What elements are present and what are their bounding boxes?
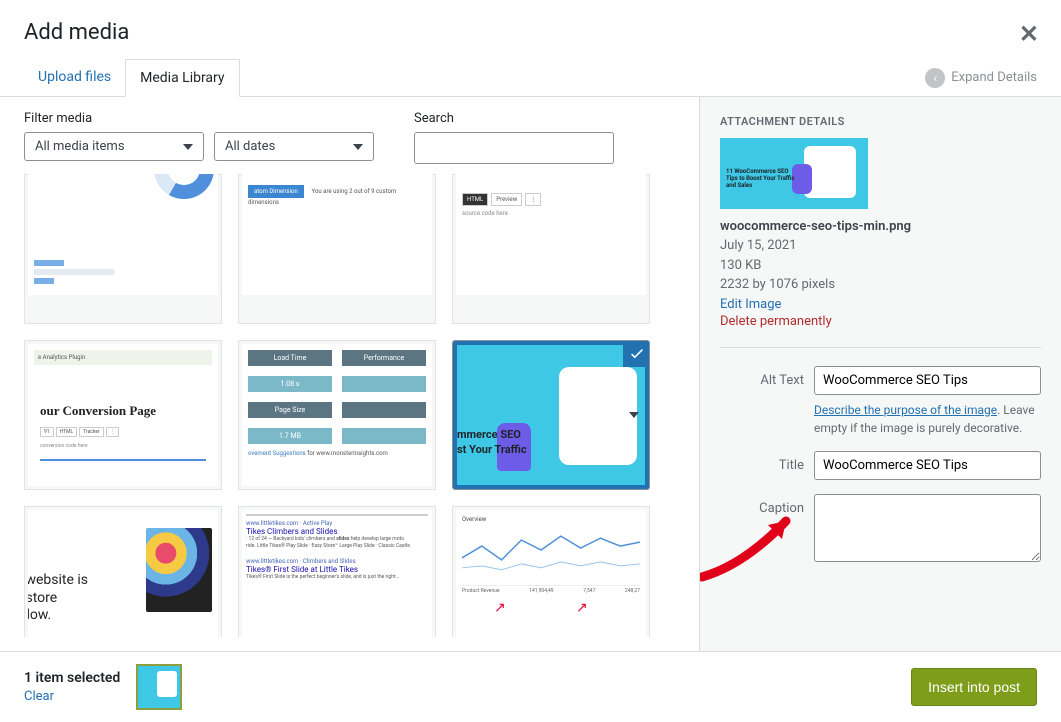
selection-count: 1 item selected bbox=[24, 670, 120, 686]
attachment-details-panel: ATTACHMENT DETAILS 11 WooCommerce SEOTip… bbox=[699, 97, 1061, 651]
filter-media-label: Filter media bbox=[24, 111, 374, 126]
expand-details-label: Expand Details bbox=[951, 70, 1037, 85]
thumb-heading: our Conversion Page bbox=[40, 403, 206, 419]
alt-text-label: Alt Text bbox=[720, 366, 804, 388]
thumb-text: mmerce SEOst Your Traffic bbox=[457, 428, 527, 457]
insert-into-post-button[interactable]: Insert into post bbox=[911, 668, 1037, 706]
search-input[interactable] bbox=[414, 132, 614, 164]
attachment-dimensions: 2232 by 1076 pixels bbox=[720, 275, 1041, 295]
attachment-filesize: 130 KB bbox=[720, 256, 1041, 276]
attachment-filename: woocommerce-seo-tips-min.png bbox=[720, 219, 1041, 234]
photo-icon bbox=[146, 528, 212, 612]
arrow-icon: ↗ bbox=[494, 600, 506, 616]
delete-permanently-link[interactable]: Delete permanently bbox=[720, 314, 832, 329]
thumb-text: website is storedow. bbox=[28, 572, 88, 625]
expand-details-button[interactable]: ‹ Expand Details bbox=[925, 68, 1037, 88]
chevron-left-icon: ‹ bbox=[925, 68, 945, 88]
search-label: Search bbox=[414, 111, 614, 126]
title-label: Title bbox=[720, 451, 804, 473]
divider bbox=[720, 347, 1041, 348]
alt-text-help: Describe the purpose of the image. Leave… bbox=[814, 401, 1041, 437]
attachment-preview: 11 WooCommerce SEOTips to Boost Your Tra… bbox=[720, 138, 868, 209]
media-thumb[interactable]: e Analytics Plugin our Conversion Page 9… bbox=[24, 340, 222, 490]
caption-input[interactable] bbox=[814, 494, 1041, 562]
media-thumb[interactable]: Overview ↗ ↗ Product Revenue141,904,497,… bbox=[452, 506, 650, 637]
media-thumb[interactable] bbox=[24, 174, 222, 324]
phone-illustration-icon bbox=[559, 367, 637, 465]
describe-image-link[interactable]: Describe the purpose of the image bbox=[814, 403, 997, 417]
media-thumb[interactable]: www.littletikes.com · Active Play Tikes … bbox=[238, 506, 436, 637]
media-thumb[interactable]: website is storedow. bbox=[24, 506, 222, 637]
title-input[interactable] bbox=[814, 451, 1041, 480]
arrow-icon: ↗ bbox=[576, 600, 588, 616]
filter-media-type-select[interactable]: All media items bbox=[24, 132, 204, 161]
tabs: Upload files Media Library bbox=[24, 59, 240, 96]
clear-selection-link[interactable]: Clear bbox=[24, 689, 120, 704]
donut-chart-icon bbox=[154, 174, 214, 199]
media-gallery[interactable]: atom Dimension You are using 2 out of 9 … bbox=[24, 174, 695, 637]
close-icon[interactable]: ✕ bbox=[1019, 20, 1039, 48]
modal-footer: 1 item selected Clear Insert into post bbox=[0, 651, 1061, 722]
attachment-date: July 15, 2021 bbox=[720, 236, 1041, 256]
line-chart-icon bbox=[462, 525, 640, 577]
edit-image-link[interactable]: Edit Image bbox=[720, 297, 781, 312]
media-thumb[interactable]: atom Dimension You are using 2 out of 9 … bbox=[238, 174, 436, 324]
attachment-details-heading: ATTACHMENT DETAILS bbox=[720, 115, 1041, 128]
media-thumb[interactable]: HTML Preview ⋮ source code here bbox=[452, 174, 650, 324]
alt-text-input[interactable] bbox=[814, 366, 1041, 395]
filter-dates-select[interactable]: All dates bbox=[214, 132, 374, 161]
selection-thumb[interactable] bbox=[136, 664, 182, 710]
media-thumb[interactable]: Load Time Performance 1.08 s Page Size 1… bbox=[238, 340, 436, 490]
media-thumb-selected[interactable]: mmerce SEOst Your Traffic bbox=[452, 340, 650, 490]
tab-upload-files[interactable]: Upload files bbox=[24, 59, 125, 96]
modal-title: Add media bbox=[24, 20, 1037, 45]
caption-label: Caption bbox=[720, 494, 804, 516]
tab-media-library[interactable]: Media Library bbox=[125, 59, 239, 97]
check-icon[interactable] bbox=[623, 340, 650, 367]
